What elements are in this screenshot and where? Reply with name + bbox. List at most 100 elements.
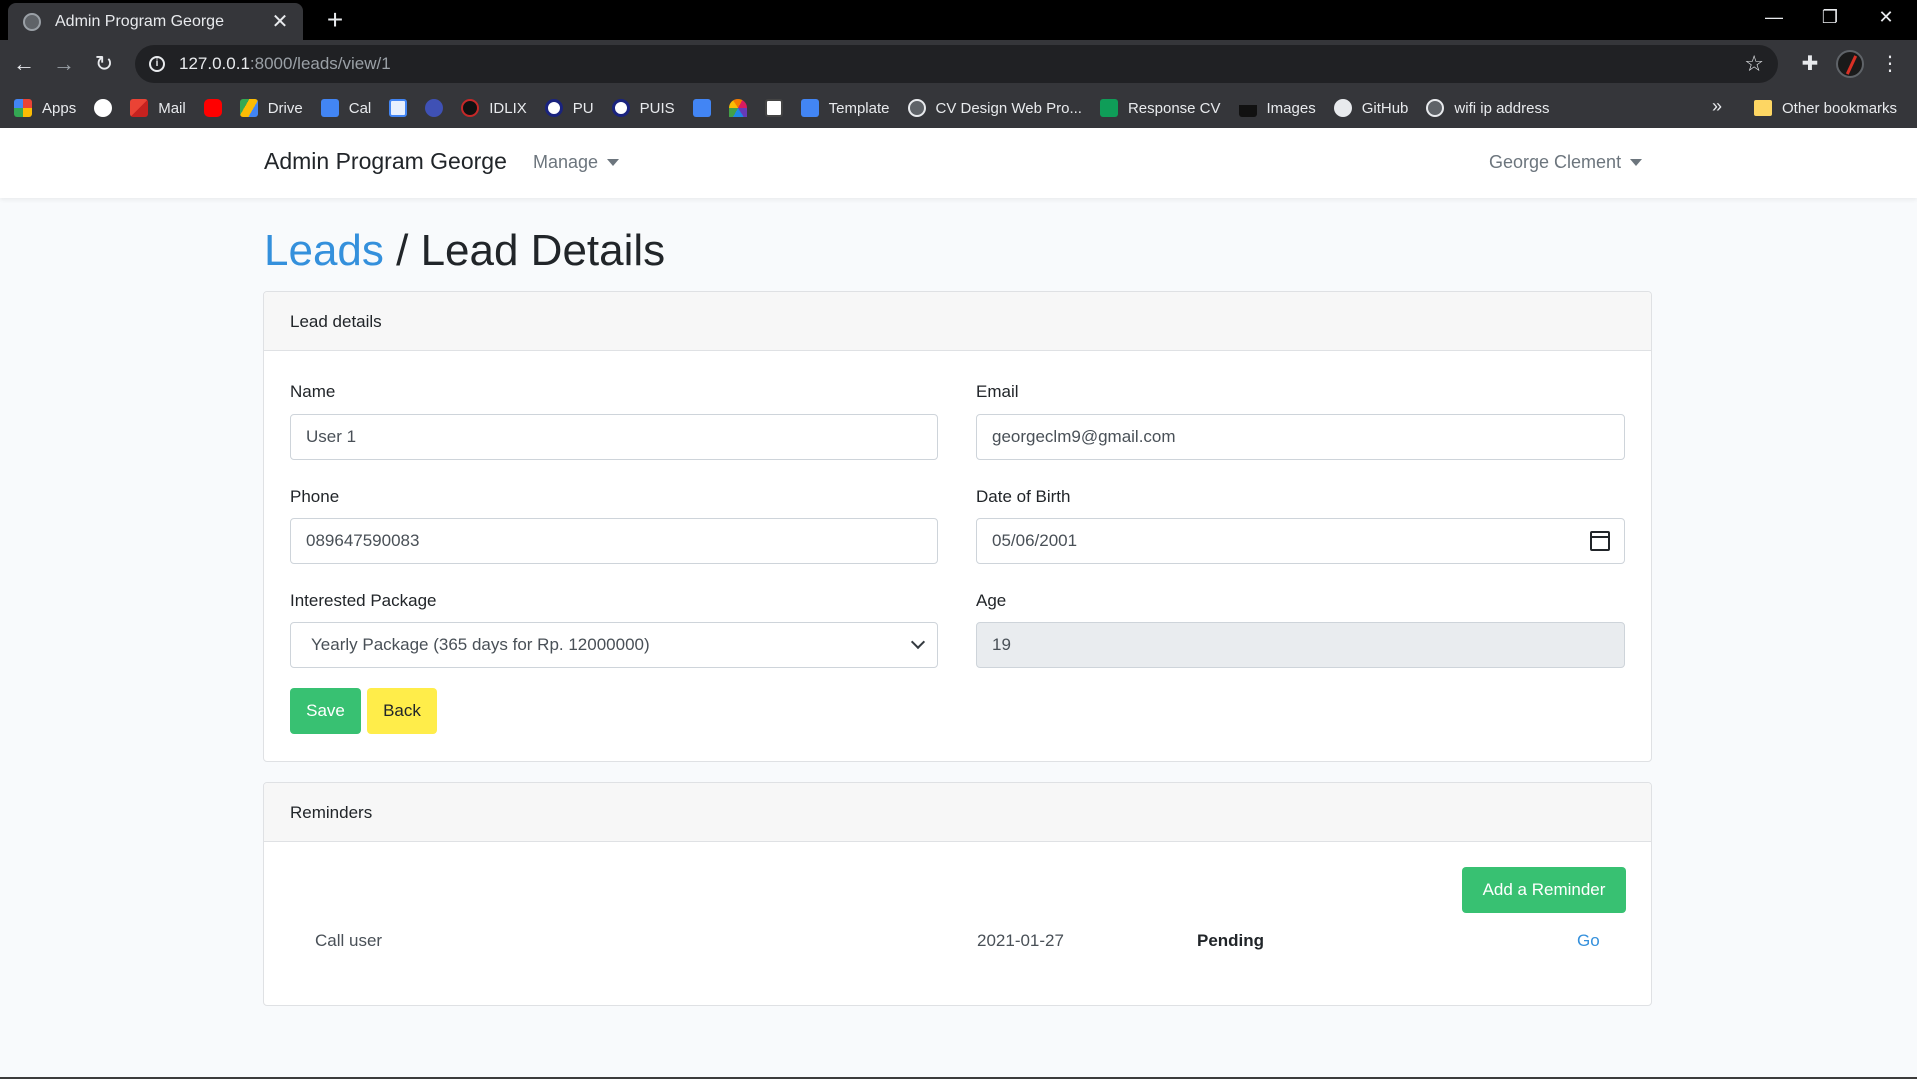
reload-icon[interactable]: ↻ [88, 48, 120, 80]
bookmark-label: Cal [348, 99, 372, 117]
bookmark-label: Apps [42, 99, 77, 117]
other-bookmarks[interactable]: Other bookmarks [1754, 88, 1897, 128]
apps-grid-icon [14, 99, 32, 117]
pu-logo-icon [544, 99, 563, 117]
breadcrumb-leads-link[interactable]: Leads [264, 226, 384, 275]
name-label: Name [290, 382, 336, 401]
image-icon [389, 99, 408, 117]
bookmark-nbc[interactable] [728, 99, 747, 117]
reminder-title: Call user [315, 931, 383, 950]
caret-down-icon [607, 159, 620, 166]
status-badge: Pending [1197, 931, 1265, 950]
github-icon [1333, 99, 1352, 117]
bookmark-puis[interactable]: PUIS [611, 99, 675, 117]
drive-icon [239, 99, 258, 117]
phone-input[interactable]: 089647590083 [290, 518, 938, 564]
dob-input[interactable]: 05/06/2001 [976, 518, 1625, 564]
more-menu-icon[interactable]: ⋮ [1876, 50, 1904, 78]
package-selected-value: Yearly Package (365 days for Rp. 1200000… [311, 635, 650, 654]
email-input[interactable]: georgeclm9@gmail.com [976, 414, 1625, 460]
calendar-icon[interactable] [1590, 531, 1610, 551]
c-circle-icon [425, 99, 444, 117]
package-label: Interested Package [290, 591, 437, 610]
more-bookmarks-chevron-icon[interactable]: » [1712, 96, 1722, 117]
bookmark-translate[interactable] [692, 99, 711, 117]
close-window-icon[interactable]: ✕ [1858, 0, 1914, 36]
manage-label: Manage [533, 152, 599, 172]
breadcrumb: Leads / Lead Details [264, 226, 665, 276]
bookmark-response-cv[interactable]: Response CV [1099, 99, 1221, 117]
reminder-go-link[interactable]: Go [1577, 931, 1600, 951]
close-tab-icon[interactable]: ✕ [269, 9, 291, 34]
bookmark-apps[interactable]: Apps [14, 99, 76, 117]
unsplash-icon [1238, 99, 1257, 117]
google-forms-icon [1099, 99, 1118, 117]
address-bar[interactable]: i 127.0.0.1:8000/leads/view/1 ☆ [135, 45, 1778, 83]
bookmark-doc[interactable] [764, 99, 783, 117]
bookmark-cal[interactable]: Cal [320, 99, 372, 117]
other-bookmarks-label: Other bookmarks [1782, 99, 1898, 117]
email-label: Email [976, 382, 1019, 401]
add-reminder-button[interactable]: Add a Reminder [1462, 867, 1626, 913]
idlix-icon [461, 99, 480, 117]
dob-value: 05/06/2001 [992, 531, 1078, 550]
bookmark-template[interactable]: Template [800, 99, 890, 117]
bookmark-label: Images [1266, 99, 1316, 117]
browser-tab[interactable]: Admin Program George ✕ [8, 3, 303, 40]
document-icon [764, 99, 783, 117]
navbar-brand[interactable]: Admin Program George [264, 148, 507, 175]
extensions-puzzle-icon[interactable]: ✚ [1796, 50, 1824, 78]
url-text: 127.0.0.1:8000/leads/view/1 [179, 54, 391, 74]
browser-tabbar: Admin Program George ✕ + — ❐ ✕ [0, 0, 1917, 40]
bookmark-label: PU [572, 99, 594, 117]
bookmark-github[interactable]: GitHub [1333, 99, 1409, 117]
google-docs-icon [800, 99, 819, 117]
reminder-date: 2021-01-27 [977, 931, 1064, 950]
lead-details-card: Lead details Name User 1 Email georgeclm… [263, 291, 1652, 762]
back-button[interactable]: Back [367, 688, 437, 734]
user-name: George Clement [1489, 152, 1622, 172]
user-dropdown[interactable]: George Clement [1489, 152, 1643, 173]
save-button[interactable]: Save [290, 688, 361, 734]
youtube-icon [203, 99, 222, 117]
package-select[interactable]: Yearly Package (365 days for Rp. 1200000… [290, 622, 938, 668]
name-input[interactable]: User 1 [290, 414, 938, 460]
profile-avatar[interactable] [1836, 50, 1864, 78]
bookmark-label: GitHub [1361, 99, 1409, 117]
bookmark-youtube[interactable] [203, 99, 222, 117]
back-arrow-icon[interactable]: ← [8, 48, 40, 80]
gmail-icon [130, 99, 149, 117]
url-path: :8000/leads/view/1 [249, 54, 391, 73]
site-info-icon[interactable]: i [149, 56, 165, 72]
bookmark-pu[interactable]: PU [544, 99, 594, 117]
breadcrumb-separator: / [383, 226, 421, 275]
minimize-window-icon[interactable]: — [1746, 0, 1802, 36]
bookmark-wifi-ip[interactable]: wifi ip address [1426, 99, 1549, 117]
bookmark-cv-design[interactable]: CV Design Web Pro... [907, 99, 1082, 117]
bookmark-images[interactable]: Images [1238, 99, 1316, 117]
bookmark-google[interactable] [94, 99, 113, 117]
dob-label: Date of Birth [976, 487, 1071, 506]
bookmark-idlix[interactable]: IDLIX [461, 99, 527, 117]
globe-icon [1426, 99, 1445, 117]
bookmark-label: Response CV [1127, 99, 1221, 117]
bookmark-c[interactable] [425, 99, 444, 117]
google-icon [94, 99, 113, 117]
new-tab-button[interactable]: + [319, 4, 351, 36]
caret-down-icon [1630, 159, 1643, 166]
bookmark-label: wifi ip address [1454, 99, 1550, 117]
manage-dropdown[interactable]: Manage [533, 152, 620, 173]
reminders-card: Reminders Add a Reminder Call user 2021-… [263, 782, 1652, 1006]
bookmark-photos[interactable] [389, 99, 408, 117]
browser-toolbar: ← → ↻ i 127.0.0.1:8000/leads/view/1 ☆ ✚ … [0, 40, 1917, 88]
bookmark-drive[interactable]: Drive [239, 99, 303, 117]
bookmark-mail[interactable]: Mail [130, 99, 186, 117]
forward-arrow-icon[interactable]: → [48, 48, 80, 80]
restore-window-icon[interactable]: ❐ [1802, 0, 1858, 36]
bookmark-label: Drive [267, 99, 303, 117]
bookmark-label: Template [828, 99, 890, 117]
reminders-header: Reminders [264, 783, 1651, 842]
bookmark-star-icon[interactable]: ☆ [1744, 51, 1764, 77]
bookmarks-bar: Apps Mail Drive Cal IDLIX PU PUIS Templa… [0, 88, 1917, 128]
bookmark-label: PUIS [639, 99, 675, 117]
